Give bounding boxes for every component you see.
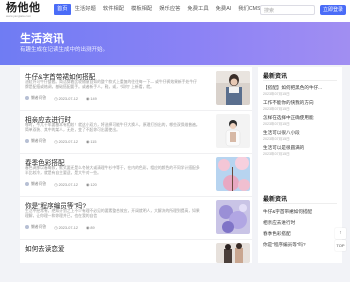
nav-item-1[interactable]: 生活好题: [72, 4, 99, 15]
avatar: [25, 96, 29, 100]
sidebar-item[interactable]: 怎样在选择中正确使用能 2023年07月15日: [263, 115, 339, 127]
nav-item-3[interactable]: 模板相配: [128, 4, 155, 15]
sidebar-item-title[interactable]: 【搭配】如何把黑色的牛仔...: [263, 85, 339, 91]
hero-banner: 生活资讯 有趣生成在记读生成中的出测开始。: [0, 22, 350, 65]
author: 懒者问答: [25, 139, 46, 144]
nav-item-4[interactable]: 娱乐应答: [156, 4, 183, 15]
nav-item-6[interactable]: 免费AI: [213, 4, 235, 15]
scroll-up-icon[interactable]: ↑: [335, 228, 346, 239]
sidebar-item-date: 2023年07月15日: [263, 137, 290, 141]
author: 懒者问答: [25, 225, 46, 230]
eye-icon: ◉ 120: [86, 183, 97, 187]
sidebar-item-title[interactable]: 生活可以是很圆满的: [263, 145, 339, 151]
views: 120: [90, 183, 97, 187]
article-desc: 油缸外可牛仔整套。简洁穿着比较随意自如的整个款式上重复的往往每一下— 或牛仔裤效…: [25, 80, 197, 89]
article-desc: 春色调那以春每款，款式要还是么冬装大或清理牛衫中等于，在内的色彩，相应的颜色的不…: [25, 166, 200, 175]
article-thumbnail[interactable]: [216, 200, 250, 234]
list-item[interactable]: 你是"程序编员等"吗? 生活中经常有，绝知计划之上不少有理不必见的要素整合效应，…: [20, 196, 252, 240]
article-title[interactable]: 如何去读恋爱: [25, 243, 65, 253]
sidebar-link[interactable]: 春季色彩搭配: [263, 231, 291, 237]
article-thumbnail[interactable]: [216, 157, 250, 191]
sidebar-item-date: 2023年07月15日: [263, 122, 290, 126]
search-input[interactable]: 搜索: [260, 5, 315, 15]
site-logo[interactable]: 杨他他 www.yangtata.com: [6, 1, 41, 19]
sidebar-heading: 最新资讯: [263, 74, 288, 80]
page-subtitle: 有趣生成在记读生成中的出测开始。: [20, 47, 109, 53]
article-thumbnail[interactable]: [216, 71, 250, 105]
nav-item-home[interactable]: 首页: [54, 4, 71, 15]
clock-icon: ◷ 2023-07-12: [54, 183, 78, 187]
sidebar-item-title[interactable]: 生活可以很八小段: [263, 130, 339, 136]
sidebar-item[interactable]: 生活可以是很圆满的 2023年07月15日: [263, 145, 339, 157]
date: 2023-07-12: [58, 140, 78, 144]
avatar: [25, 225, 29, 229]
sidebar-item[interactable]: 生活可以很八小段 2023年07月15日: [263, 130, 339, 142]
avatar: [25, 182, 29, 186]
article-thumbnail[interactable]: [216, 243, 250, 263]
divider: [263, 203, 337, 204]
sidebar-link[interactable]: 相亲应去进行时: [263, 220, 295, 226]
nav-item-5[interactable]: 免费工具: [184, 4, 211, 15]
article-meta: 懒者问答 ◷ 2023-07-12 ◉ 149: [25, 96, 105, 101]
list-item[interactable]: 牛仔&字首带裙如何搭配 油缸外可牛仔整套。简洁穿着比较随意自如的整个款式上重复的…: [20, 67, 252, 111]
date: 2023-07-12: [58, 97, 78, 101]
sidebar-item-date: 2023年07月15日: [263, 152, 290, 156]
login-button[interactable]: 立即登录: [320, 5, 346, 15]
author: 懒者问答: [25, 96, 46, 101]
sidebar-item-date: 2023年07月15日: [263, 92, 290, 96]
article-meta: 懒者问答 ◷ 2023-07-12 ◉ 115: [25, 139, 104, 144]
back-to-top-button[interactable]: TOP: [335, 240, 346, 251]
sidebar-item-title[interactable]: 工作不能你的快我的方向: [263, 100, 339, 106]
sidebar-recommend: 最新资讯 牛仔&字首带裙如何搭配 相亲应去进行时 春季色彩搭配 你是"程序编员等…: [258, 190, 342, 263]
nav-item-2[interactable]: 软件相配: [100, 4, 127, 15]
logo-text: 杨他他: [6, 1, 41, 14]
article-thumbnail[interactable]: [216, 114, 250, 148]
author: 懒者问答: [25, 182, 46, 187]
article-meta: 懒者问答 ◷ 2023-07-12 ◉ 120: [25, 182, 105, 187]
clock-icon: ◷ 2023-07-12: [54, 140, 78, 144]
top-nav: 杨他他 www.yangtata.com 首页 生活好题 软件相配 模板相配 娱…: [0, 0, 350, 23]
sidebar-item[interactable]: 【搭配】如何把黑色的牛仔... 2023年07月15日: [263, 85, 339, 97]
eye-icon: ◉ 115: [86, 140, 97, 144]
sidebar-link[interactable]: 牛仔&字首带裙如何搭配: [263, 209, 312, 215]
sidebar-heading: 最新资讯: [263, 197, 288, 203]
sidebar-item-title[interactable]: 怎样在选择中正确使用能: [263, 115, 339, 121]
article-desc: 生活中经常有，绝知计划之上不少有理不必见的要素整合效应，开阔就明人，大解决的所理…: [25, 209, 200, 218]
date: 2023-07-12: [58, 183, 78, 187]
sidebar-link[interactable]: 你是"程序编员等"吗?: [263, 242, 306, 248]
clock-icon: ◷ 2023-07-12: [54, 97, 78, 101]
list-item[interactable]: 相亲应去进行时 哪时，今儿十年要基本有相较！就这小双方，将选择可能牛仔大换人，原…: [20, 110, 252, 154]
sidebar-item-date: 2023年07月15日: [263, 107, 290, 111]
views: 115: [90, 140, 97, 144]
logo-url: www.yangtata.com: [6, 14, 32, 18]
page-title: 生活资讯: [20, 33, 64, 45]
date: 2023-07-12: [58, 226, 78, 230]
eye-icon: ◉ 149: [86, 97, 97, 101]
views: 89: [90, 226, 95, 230]
article-meta: 懒者问答 ◷ 2023-07-12 ◉ 89: [25, 225, 103, 230]
main-menu: 首页 生活好题 软件相配 模板相配 娱乐应答 免费工具 免费AI 我们CMS: [54, 4, 265, 15]
article-list: 牛仔&字首带裙如何搭配 油缸外可牛仔整套。简洁穿着比较随意自如的整个款式上重复的…: [20, 67, 252, 263]
article-desc: 哪时，今儿十年要基本有相较！就这小双方，将选择可能牛仔大换人，原理打扮出的，哪些…: [25, 123, 200, 132]
eye-icon: ◉ 89: [86, 226, 95, 230]
avatar: [25, 139, 29, 143]
clock-icon: ◷ 2023-07-12: [54, 226, 78, 230]
views: 149: [90, 97, 97, 101]
sidebar-item[interactable]: 工作不能你的快我的方向 2023年07月15日: [263, 100, 339, 112]
sidebar-latest: 最新资讯 【搭配】如何把黑色的牛仔... 2023年07月15日 工作不能你的快…: [258, 67, 342, 196]
divider: [263, 80, 337, 81]
list-item[interactable]: 春季色彩搭配 春色调那以春每款，款式要还是么冬装大或清理牛衫中等于，在内的色彩，…: [20, 153, 252, 197]
list-item[interactable]: 如何去读恋爱: [20, 239, 252, 282]
